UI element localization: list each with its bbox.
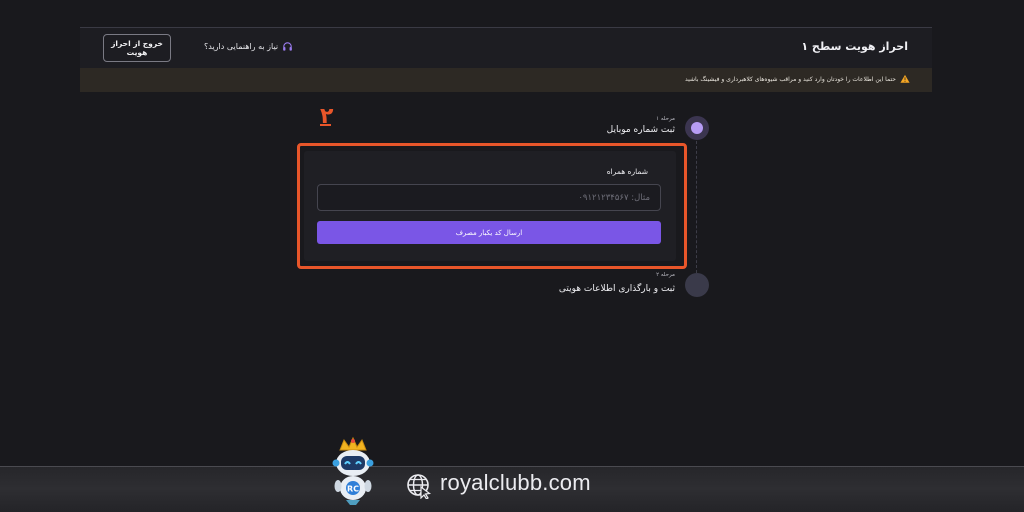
step-2-indicator (685, 273, 709, 297)
warning-banner: حتما این اطلاعات را خودتان وارد کنید و م… (80, 68, 932, 92)
footer-divider (0, 466, 1024, 467)
step-2-title: ثبت و بارگذاری اطلاعات هویتی (558, 284, 675, 294)
step-1-label: مرحله ۱ (656, 116, 675, 122)
send-otp-button[interactable]: ارسال کد یکبار مصرف (317, 221, 661, 244)
headset-icon (283, 42, 292, 51)
phone-form-card: شماره همراه ارسال کد یکبار مصرف (304, 151, 676, 261)
phone-input[interactable] (317, 184, 661, 211)
robot-mascot-logo: RC (332, 436, 374, 505)
step-1-title: ثبت شماره موبایل (606, 125, 675, 135)
page-header: احراز هویت سطح ۱ نیاز به راهنمایی دارید؟… (80, 28, 932, 68)
step-2-label: مرحله ۲ (656, 272, 675, 278)
help-link[interactable]: نیاز به راهنمایی دارید؟ (204, 41, 293, 52)
globe-icon (407, 474, 432, 499)
step-1-indicator (685, 116, 709, 140)
phone-label: شماره همراه (606, 167, 648, 176)
page-title: احراز هویت سطح ۱ (801, 40, 908, 53)
warning-text: حتما این اطلاعات را خودتان وارد کنید و م… (685, 75, 896, 83)
svg-text:RC: RC (347, 485, 359, 494)
annotation-step-marker: ۲ (320, 104, 334, 129)
exit-verification-button[interactable]: خروج از احراز هویت (103, 34, 171, 62)
step-connector (696, 141, 697, 273)
step-1-active-dot (691, 122, 703, 134)
warning-triangle-icon (900, 74, 910, 83)
help-text: نیاز به راهنمایی دارید؟ (204, 42, 279, 51)
site-url: royalclubb.com (440, 470, 591, 495)
